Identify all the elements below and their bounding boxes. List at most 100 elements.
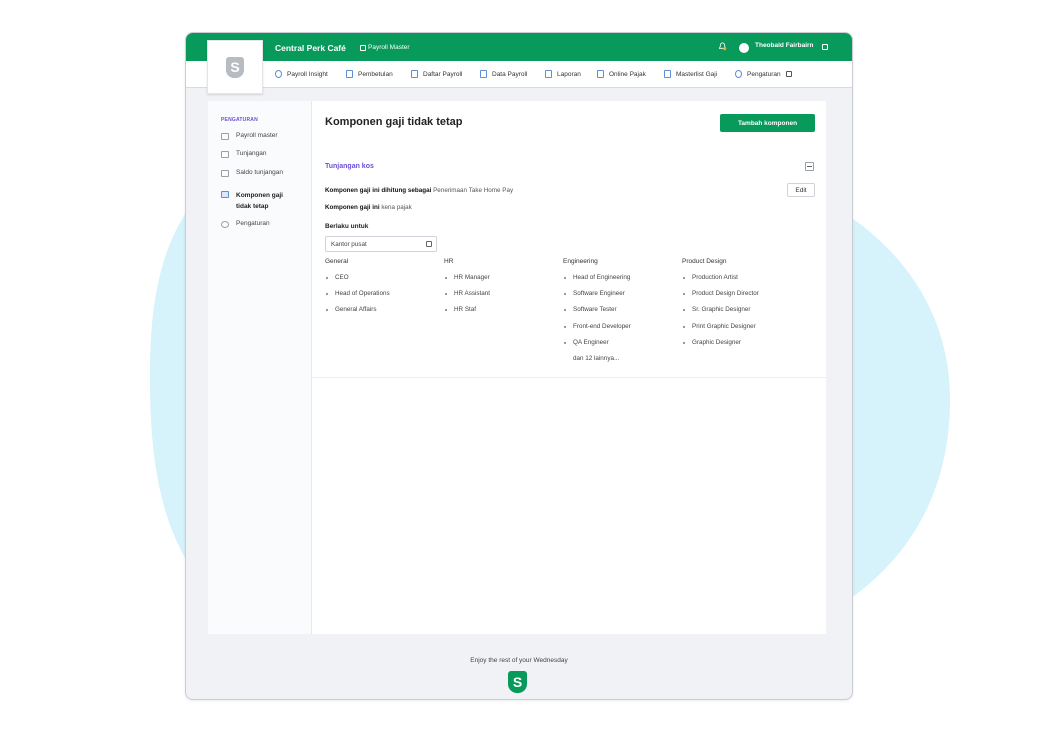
nav-payroll-insight[interactable]: Payroll Insight: [275, 70, 328, 78]
user-key-icon: [221, 133, 229, 140]
footer-shield-logo-icon: S: [508, 671, 527, 693]
user-name[interactable]: Theobald Fairbairn: [755, 42, 814, 49]
wallet-icon: [221, 170, 229, 177]
sidebar-item-payroll-master[interactable]: Payroll master: [221, 132, 306, 140]
sidebar-item-label: Payroll master: [236, 132, 278, 139]
list-item: HR Manager: [444, 274, 562, 290]
role-label: Software Tester: [573, 306, 617, 314]
list-item: Front-end Developer: [563, 323, 681, 339]
list-item: Print Graphic Designer: [682, 323, 800, 339]
user-menu-icon[interactable]: [822, 44, 828, 50]
department-name: Product Design: [682, 258, 727, 265]
bell-icon[interactable]: [718, 42, 727, 51]
list-item: Sr. Graphic Designer: [682, 306, 800, 322]
nav-online-pajak[interactable]: Online Pajak: [597, 70, 646, 78]
sidebar-item-label: Saldo tunjangan: [236, 169, 283, 176]
list-item: Head of Operations: [325, 290, 443, 306]
bullet: [683, 325, 685, 328]
footer-greeting: Enjoy the rest of your Wednesday: [470, 657, 568, 664]
department-column: Engineering Head of Engineering Software…: [563, 258, 681, 362]
gear-icon: [735, 70, 742, 78]
bullet: [564, 277, 566, 279]
role-label: Head of Operations: [335, 290, 390, 298]
department-name: Engineering: [563, 258, 598, 265]
money-stack-icon: [221, 151, 229, 158]
more-roles-link[interactable]: dan 12 lainnya...: [563, 355, 681, 362]
minus-icon: [807, 166, 812, 167]
office-select[interactable]: Kantor pusat: [325, 236, 437, 252]
role-label: Front-end Developer: [573, 322, 631, 330]
nav-label: Payroll Insight: [287, 70, 328, 78]
role-label: General Affairs: [335, 306, 377, 314]
nav-daftar-payroll[interactable]: Daftar Payroll: [411, 70, 462, 78]
tax-status-line: Komponen gaji ini kena pajak: [325, 204, 412, 211]
office-select-value: Kantor pusat: [331, 240, 367, 248]
tax-status-label: Komponen gaji ini: [325, 204, 380, 211]
bullet: [564, 341, 566, 344]
app-window: Central Perk Café Payroll Master Theobal…: [185, 32, 853, 700]
bullet: [683, 341, 685, 344]
nav-pengaturan[interactable]: Pengaturan: [735, 70, 792, 78]
module-tag[interactable]: Payroll Master: [360, 44, 410, 51]
building-icon: [597, 70, 604, 78]
role-list: CEO Head of Operations General Affairs: [325, 274, 443, 323]
role-label: QA Engineer: [573, 338, 609, 346]
settings-sidebar: PENGATURAN Payroll master Tunjangan Sald…: [208, 101, 312, 634]
role-label: Software Engineer: [573, 290, 625, 298]
bullet: [564, 325, 566, 328]
add-component-button[interactable]: Tambah komponen: [720, 114, 815, 132]
role-label: HR Manager: [454, 274, 490, 281]
role-label: Product Design Director: [692, 290, 759, 298]
module-label: Payroll Master: [368, 44, 410, 51]
role-label: Sr. Graphic Designer: [692, 306, 751, 314]
list-item: HR Assistant: [444, 290, 562, 306]
company-logo[interactable]: S: [207, 40, 263, 94]
department-column: Product Design Production Artist Product…: [682, 258, 800, 355]
nav-masterlist-gaji[interactable]: Masterlist Gaji: [664, 70, 717, 78]
department-column: HR HR Manager HR Assistant HR Staf: [444, 258, 562, 323]
top-bar: Central Perk Café Payroll Master Theobal…: [186, 33, 852, 61]
list-item: Production Artist: [682, 274, 800, 290]
bullet: [326, 309, 328, 312]
collapse-button[interactable]: [805, 162, 814, 171]
sidebar-item-komponen-gaji[interactable]: Komponen gaji tidak tetap: [221, 190, 306, 212]
edit-button[interactable]: Edit: [787, 183, 815, 197]
component-type-label: Komponen gaji ini dihitung sebagai: [325, 187, 432, 194]
gauge-icon: [275, 70, 282, 78]
role-label: Production Artist: [692, 274, 738, 281]
nav-data-payroll[interactable]: Data Payroll: [480, 70, 527, 78]
applies-to-label: Berlaku untuk: [325, 223, 369, 230]
document-icon: [545, 70, 552, 78]
nav-laporan[interactable]: Laporan: [545, 70, 581, 78]
bullet: [326, 293, 328, 296]
chevron-down-icon: [785, 71, 792, 77]
company-name[interactable]: Central Perk Café: [275, 43, 346, 53]
nav-pembetulan[interactable]: Pembetulan: [346, 70, 393, 78]
list-item: Software Engineer: [563, 290, 681, 306]
sidebar-item-pengaturan[interactable]: Pengaturan: [221, 220, 306, 228]
sidebar-header: PENGATURAN: [221, 117, 258, 123]
bullet: [445, 309, 447, 312]
module-icon: [360, 44, 366, 51]
shield-logo-icon: S: [226, 56, 244, 78]
nav-label: Data Payroll: [492, 70, 528, 78]
sidebar-item-tunjangan[interactable]: Tunjangan: [221, 150, 306, 158]
main-nav: Payroll Insight Pembetulan Daftar Payrol…: [186, 61, 852, 88]
sidebar-item-label: Pengaturan: [236, 220, 270, 227]
role-list: Head of Engineering Software Engineer So…: [563, 274, 681, 355]
list-item: Product Design Director: [682, 290, 800, 306]
bullet: [683, 277, 685, 279]
component-type-line: Komponen gaji ini dihitung sebagai Pener…: [325, 187, 513, 194]
bullet: [326, 277, 328, 279]
nav-label: Masterlist Gaji: [676, 70, 718, 78]
dropdown-icon: [426, 241, 432, 247]
bullet: [564, 293, 566, 296]
table-icon: [480, 70, 487, 78]
department-name: General: [325, 258, 349, 265]
list-item: HR Staf: [444, 306, 562, 322]
list-item: CEO: [325, 274, 443, 290]
component-name: Tunjangan kos: [325, 163, 374, 170]
avatar[interactable]: [739, 43, 749, 53]
nav-label: Laporan: [557, 70, 581, 78]
sidebar-item-saldo-tunjangan[interactable]: Saldo tunjangan: [221, 169, 306, 177]
